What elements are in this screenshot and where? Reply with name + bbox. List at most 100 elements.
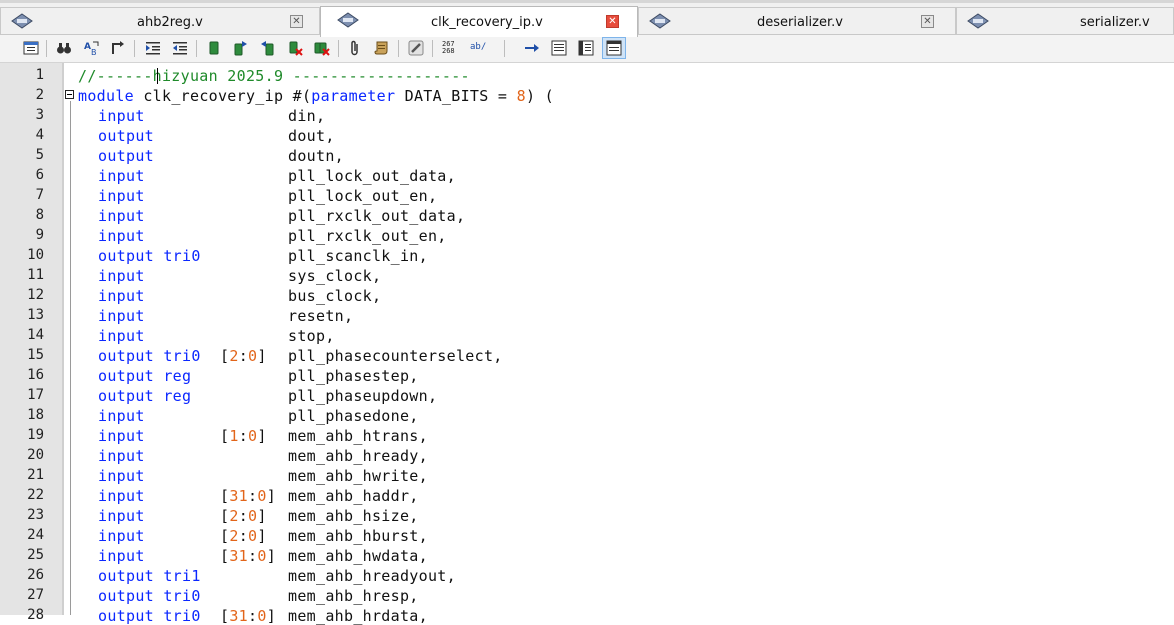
code-line: 7 input pll_lock_out_en,: [0, 185, 1174, 205]
prev-bookmark-button[interactable]: [258, 38, 278, 58]
spell-check-button[interactable]: ab/: [468, 38, 490, 58]
line-number: 3: [35, 107, 44, 123]
direction-keyword: output: [98, 607, 154, 625]
tab-deserializer[interactable]: deserializer.v ✕: [638, 7, 956, 35]
port-direction: input: [98, 187, 145, 205]
line-number: 11: [27, 267, 44, 283]
code-line: 19 input [1:0] mem_ahb_htrans,: [0, 425, 1174, 445]
line-number: 19: [27, 427, 44, 443]
goto-button[interactable]: [108, 38, 128, 58]
direction-keyword: output: [98, 367, 154, 385]
scroll-icon: [374, 41, 388, 55]
module-declaration: module clk_recovery_ip #(parameter DATA_…: [78, 87, 554, 105]
direction-keyword: input: [98, 267, 145, 285]
verilog-file-icon: [11, 13, 33, 29]
port-direction: input: [98, 327, 145, 345]
indent-button[interactable]: [143, 38, 163, 58]
line-number: 23: [27, 507, 44, 523]
code-line: 22 input [31:0] mem_ahb_haddr,: [0, 485, 1174, 505]
line-number: 26: [27, 567, 44, 583]
port-identifier: stop,: [288, 327, 335, 345]
line-number: 7: [35, 187, 44, 203]
port-direction: input: [98, 167, 145, 185]
next-bookmark-button[interactable]: [230, 38, 250, 58]
port-direction: input: [98, 547, 145, 565]
port-name: mem_ahb_hwdata,: [288, 547, 428, 565]
find-button[interactable]: [54, 38, 74, 58]
comment: //------hizyuan 2025.9 -----------------…: [78, 67, 470, 85]
line-number: 4: [35, 127, 44, 143]
port-range: [31:0]: [220, 487, 277, 505]
range-msb: 2: [229, 347, 239, 365]
port-range: [2:0]: [220, 527, 267, 545]
port-identifier: mem_ahb_hrdata,: [288, 607, 428, 625]
svg-text:B: B: [91, 48, 97, 56]
port-direction: input: [98, 427, 145, 445]
tab-clk-recovery-ip[interactable]: clk_recovery_ip.v ✕: [320, 6, 638, 37]
net-type-keyword: tri0: [163, 607, 201, 625]
code-line: 4 output dout,: [0, 125, 1174, 145]
bookmark-button[interactable]: [204, 38, 224, 58]
direction-keyword: input: [98, 287, 145, 305]
script-button[interactable]: [372, 38, 392, 58]
net-type-keyword: tri0: [163, 247, 201, 265]
range-lsb: 0: [248, 507, 258, 525]
tab-label: clk_recovery_ip.v: [431, 15, 543, 30]
tab-bar: ahb2reg.v ✕ clk_recovery_ip.v ✕ deserial…: [0, 0, 1174, 37]
range-msb: 1: [229, 427, 239, 445]
net-type-keyword: tri0: [163, 587, 201, 605]
port-name: mem_ahb_hrdata,: [288, 607, 428, 625]
port-name: resetn,: [288, 307, 353, 325]
comment-text: //------hizyuan 2025.9 -----------------…: [78, 67, 470, 85]
edit-button[interactable]: [406, 38, 426, 58]
close-icon[interactable]: ✕: [606, 15, 619, 28]
port-name: dout,: [288, 127, 335, 145]
direction-keyword: output: [98, 387, 154, 405]
toolbar-separator: [504, 40, 505, 57]
line-count-button[interactable]: 267 268: [440, 38, 462, 58]
close-icon[interactable]: ✕: [290, 15, 303, 28]
close-icon[interactable]: ✕: [921, 15, 934, 28]
range-msb: 31: [229, 547, 249, 565]
port-range: [1:0]: [220, 427, 267, 445]
code-line: 10 output tri0 pll_scanclk_in,: [0, 245, 1174, 265]
port-range: [31:0]: [220, 547, 277, 565]
port-identifier: dout,: [288, 127, 335, 145]
code-line: 12 input bus_clock,: [0, 285, 1174, 305]
port-range: [2:0]: [220, 507, 267, 525]
code-editor[interactable]: 1 //------hizyuan 2025.9 ----------------…: [0, 63, 1174, 625]
port-direction: output tri0: [98, 587, 201, 605]
code-line: 5 output doutn,: [0, 145, 1174, 165]
toolbar-separator: [398, 40, 399, 57]
properties-button[interactable]: [21, 38, 41, 58]
port-direction: output tri0: [98, 247, 201, 265]
port-direction: input: [98, 287, 145, 305]
line-number: 8: [35, 207, 44, 223]
clear-bookmark-button[interactable]: [285, 38, 305, 58]
line-number: 24: [27, 527, 44, 543]
keyword-parameter: parameter: [311, 87, 396, 105]
view-list-button[interactable]: [549, 38, 569, 58]
replace-button[interactable]: AB: [82, 38, 102, 58]
tab-serializer[interactable]: serializer.v: [956, 7, 1174, 35]
port-identifier: mem_ahb_hburst,: [288, 527, 428, 545]
outdent-icon: [173, 42, 187, 55]
port-identifier: din,: [288, 107, 326, 125]
direction-keyword: input: [98, 327, 145, 345]
view-split-button[interactable]: [576, 38, 596, 58]
toolbar-separator: [432, 40, 433, 57]
port-identifier: mem_ahb_hreadyout,: [288, 567, 456, 585]
tab-ahb2reg[interactable]: ahb2reg.v ✕: [0, 7, 320, 35]
view-full-button[interactable]: [602, 37, 626, 59]
port-direction: input: [98, 467, 145, 485]
attach-button[interactable]: [345, 38, 365, 58]
clear-all-bookmarks-button[interactable]: [312, 38, 332, 58]
port-name: pll_lock_out_en,: [288, 187, 437, 205]
port-direction: input: [98, 527, 145, 545]
port-identifier: mem_ahb_hresp,: [288, 587, 419, 605]
port-direction: input: [98, 447, 145, 465]
toolbar: AB 267 268 ab/: [0, 35, 1174, 63]
outdent-button[interactable]: [170, 38, 190, 58]
word-wrap-button[interactable]: [522, 38, 542, 58]
direction-keyword: input: [98, 167, 145, 185]
